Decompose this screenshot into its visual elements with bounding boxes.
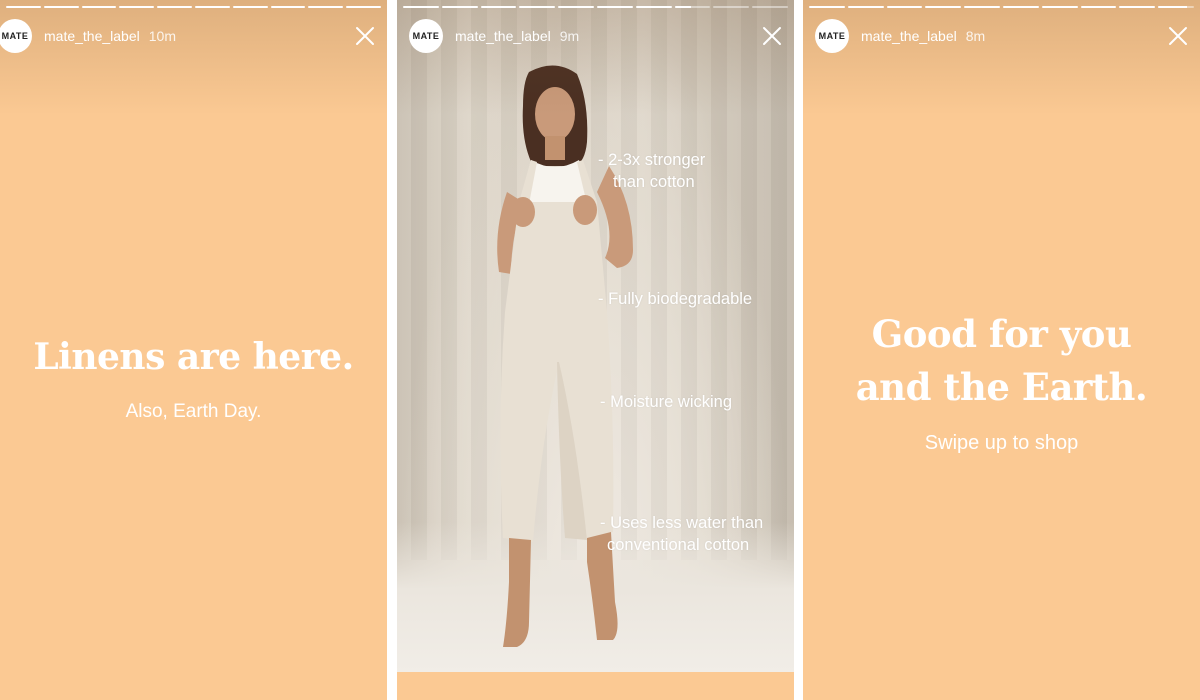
progress-segment [119, 6, 155, 8]
avatar[interactable]: MATE [0, 19, 32, 53]
story-header: MATE mate_the_label 9m [397, 18, 794, 54]
progress-fill [346, 6, 381, 8]
progress-segment [886, 6, 923, 8]
feature-strength-line2: than cotton [613, 173, 695, 191]
progress-segment [1119, 6, 1156, 8]
progress-fill [1119, 6, 1156, 8]
progress-segment [1080, 6, 1117, 8]
progress-fill [403, 6, 439, 8]
progress-fill [847, 6, 884, 8]
progress-segment [6, 6, 41, 8]
timestamp: 9m [559, 28, 580, 44]
progress-segment [635, 6, 672, 8]
progress-fill [596, 6, 633, 8]
story-header: MATE mate_the_label 10m [0, 18, 387, 54]
username[interactable]: mate_the_label [44, 28, 140, 44]
progress-fill [157, 6, 192, 8]
username[interactable]: mate_the_label [455, 28, 551, 44]
progress-fill [232, 6, 268, 8]
progress-segment [43, 6, 79, 8]
feature-moisture-wicking: - Moisture wicking [600, 393, 733, 411]
progress-segment [674, 6, 711, 8]
progress-segment [596, 6, 633, 8]
progress-fill [6, 6, 41, 8]
progress-segment [232, 6, 268, 8]
progress-segment [194, 6, 230, 8]
story-panel-2[interactable]: - 2-3x stronger than cotton - Fully biod… [397, 0, 794, 700]
progress-segment [925, 6, 962, 8]
progress-segment [558, 6, 594, 8]
progress-fill [81, 6, 117, 8]
progress-fill [270, 6, 306, 8]
feature-biodegradable: - Fully biodegradable [598, 290, 753, 308]
story-subtext: Also, Earth Day. [125, 401, 262, 422]
progress-fill [480, 6, 517, 8]
progress-fill [886, 6, 923, 8]
progress-segment [441, 6, 478, 8]
progress-fill [119, 6, 155, 8]
progress-fill [194, 6, 230, 8]
story-headline-line2: and the Earth. [855, 365, 1148, 409]
progress-segment [308, 6, 344, 8]
progress-fill [1002, 6, 1039, 8]
progress-segment [713, 6, 750, 8]
story-progress-bar [403, 6, 788, 8]
progress-fill [1158, 6, 1187, 8]
progress-fill [308, 6, 344, 8]
username[interactable]: mate_the_label [861, 28, 957, 44]
timestamp: 8m [965, 28, 986, 44]
progress-fill [635, 6, 672, 8]
progress-fill [809, 6, 845, 8]
story-progress-bar [6, 6, 381, 8]
feature-strength-line1: - 2-3x stronger [598, 151, 706, 169]
story-panel-3[interactable]: MATE mate_the_label 8m Good for you and … [803, 0, 1200, 700]
progress-segment [403, 6, 439, 8]
progress-segment [519, 6, 556, 8]
progress-segment [752, 6, 788, 8]
story-headline: Linens are here. [33, 336, 354, 378]
progress-segment [1041, 6, 1078, 8]
product-photo: - 2-3x stronger than cotton - Fully biod… [397, 0, 794, 672]
progress-fill [441, 6, 478, 8]
progress-fill [1080, 6, 1117, 8]
story-panel-1[interactable]: MATE mate_the_label 10m Linens are here.… [0, 0, 387, 700]
progress-fill [558, 6, 594, 8]
photo-footer [397, 672, 794, 700]
progress-segment [270, 6, 306, 8]
feature-water-line2: conventional cotton [607, 536, 750, 554]
progress-segment [1002, 6, 1039, 8]
avatar[interactable]: MATE [409, 19, 443, 53]
progress-fill [925, 6, 962, 8]
swipe-up-cta[interactable]: Swipe up to shop [803, 432, 1200, 455]
progress-fill [674, 6, 691, 8]
timestamp: 10m [148, 28, 176, 44]
progress-segment [346, 6, 381, 8]
progress-segment [1158, 6, 1194, 8]
progress-fill [1041, 6, 1078, 8]
progress-segment [480, 6, 517, 8]
progress-fill [964, 6, 1000, 8]
progress-segment [847, 6, 884, 8]
progress-segment [964, 6, 1000, 8]
progress-segment [157, 6, 192, 8]
avatar[interactable]: MATE [815, 19, 849, 53]
close-icon[interactable] [1168, 26, 1188, 46]
close-icon[interactable] [762, 26, 782, 46]
story-headline-line1: Good for you [871, 312, 1132, 356]
close-icon[interactable] [355, 26, 375, 46]
progress-fill [43, 6, 79, 8]
progress-segment [81, 6, 117, 8]
story-progress-bar [809, 6, 1194, 8]
story-header: MATE mate_the_label 8m [803, 18, 1200, 54]
progress-fill [519, 6, 556, 8]
feature-water-line1: - Uses less water than [600, 514, 764, 532]
progress-segment [809, 6, 845, 8]
